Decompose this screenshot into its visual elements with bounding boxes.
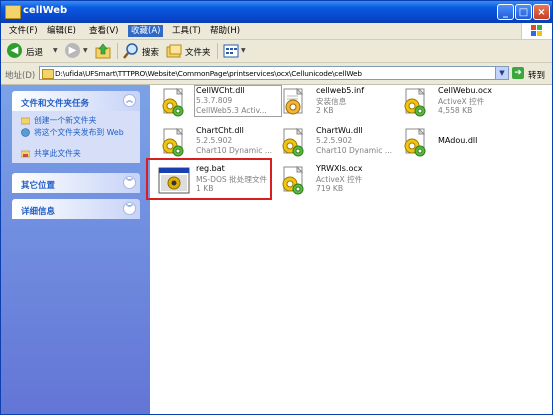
panel-title: 文件和文件夹任务 xyxy=(21,99,90,109)
dll-gear-icon xyxy=(278,127,310,159)
file-item-madou-dll[interactable]: MAdou.dll xyxy=(400,126,525,162)
task-label[interactable]: 共享此文件夹 xyxy=(34,149,134,159)
file-folder-tasks-header[interactable]: 文件和文件夹任务 ︽ xyxy=(12,91,140,111)
task-label[interactable]: 创建一个新文件夹 xyxy=(34,116,134,126)
minimize-button[interactable]: _ xyxy=(497,4,514,20)
address-dropdown-icon[interactable]: ▼ xyxy=(495,67,508,79)
forward-dropdown-icon[interactable]: ▼ xyxy=(83,47,88,54)
file-item-cellweb5-inf[interactable]: cellweb5.inf 安装信息 2 KB xyxy=(278,86,403,122)
task-label[interactable]: 将这个文件夹发布到 Web xyxy=(34,128,134,138)
search-icon[interactable] xyxy=(123,43,139,59)
search-button-label[interactable]: 搜索 xyxy=(142,46,159,58)
toolbar-separator xyxy=(117,43,118,59)
file-name: ChartWu.dll xyxy=(316,126,363,135)
file-size: 4,558 KB xyxy=(438,106,473,115)
file-version: 5.2.5.902 xyxy=(196,136,233,145)
address-path[interactable]: D:\ufida\UFSmart\TTTPRO\Website\CommonPa… xyxy=(55,69,362,78)
ocx-gear-icon xyxy=(278,165,310,197)
up-folder-icon[interactable] xyxy=(95,43,111,59)
toolbar-separator xyxy=(217,43,218,59)
file-version: 5.2.5.902 xyxy=(316,136,353,145)
folder-icon xyxy=(42,69,54,79)
folders-button-label[interactable]: 文件夹 xyxy=(185,46,211,58)
windows-logo-icon xyxy=(521,23,552,39)
title-bar[interactable]: cellWeb _ □ × xyxy=(1,1,552,23)
go-arrow-icon[interactable]: ➜ xyxy=(512,67,524,79)
inf-settings-icon xyxy=(278,87,310,119)
file-description: Chart10 Dynamic ... xyxy=(196,146,273,155)
go-button-label[interactable]: 转到 xyxy=(528,69,545,81)
focus-outline xyxy=(194,85,282,117)
menu-tools[interactable]: 工具(T) xyxy=(169,25,204,37)
menu-file[interactable]: 文件(F) xyxy=(6,25,41,37)
forward-arrow-icon[interactable]: ▶ xyxy=(65,43,80,58)
panel-title: 详细信息 xyxy=(21,207,56,217)
back-dropdown-icon[interactable]: ▼ xyxy=(53,47,58,54)
address-bar: 地址(D) D:\ufida\UFSmart\TTTPRO\Website\Co… xyxy=(1,63,552,85)
address-label: 地址(D) xyxy=(5,71,36,81)
file-item-cellwcht-dll[interactable]: CellWCht.dll 5.3.7.809 CellWeb5.3 Activ.… xyxy=(158,85,283,122)
address-input[interactable]: D:\ufida\UFSmart\TTTPRO\Website\CommonPa… xyxy=(39,66,509,80)
dll-gear-icon xyxy=(400,127,432,159)
menu-edit[interactable]: 编辑(E) xyxy=(44,25,79,37)
file-item-chartcht-dll[interactable]: ChartCht.dll 5.2.5.902 Chart10 Dynamic .… xyxy=(158,126,283,162)
menu-help[interactable]: 帮助(H) xyxy=(207,25,243,37)
highlight-annotation-box xyxy=(146,158,272,200)
menu-view[interactable]: 查看(V) xyxy=(86,25,121,37)
explorer-window: cellWeb _ □ × 文件(F) 编辑(E) 查看(V) 收藏(A) 工具… xyxy=(0,0,553,415)
expand-chevron-icon[interactable]: ︾ xyxy=(123,176,136,189)
task-pane: 文件和文件夹任务 ︽ 创建一个新文件夹 将这个文件夹发布到 Web 共享此文件夹… xyxy=(1,85,150,414)
file-item-yrwxls-ocx[interactable]: YRWXls.ocx ActiveX 控件 719 KB xyxy=(278,164,403,200)
ocx-gear-icon xyxy=(400,87,432,119)
file-list-view: CellWCht.dll 5.3.7.809 CellWeb5.3 Activ.… xyxy=(150,85,552,414)
file-description: Chart10 Dynamic ... xyxy=(316,146,393,155)
dll-gear-icon xyxy=(158,127,190,159)
share-folder-icon xyxy=(21,150,30,158)
menu-favorites[interactable]: 收藏(A) xyxy=(128,25,164,37)
views-icon[interactable] xyxy=(223,43,239,59)
new-folder-icon xyxy=(21,117,30,125)
back-button-label[interactable]: 后退 xyxy=(26,46,43,58)
panel-title: 其它位置 xyxy=(21,181,56,191)
close-button[interactable]: × xyxy=(533,4,550,20)
file-folder-tasks-body: 创建一个新文件夹 将这个文件夹发布到 Web 共享此文件夹 xyxy=(12,111,140,163)
file-name: MAdou.dll xyxy=(438,136,478,145)
file-name: cellweb5.inf xyxy=(316,86,365,95)
maximize-button[interactable]: □ xyxy=(515,4,532,20)
views-dropdown-icon[interactable]: ▼ xyxy=(241,47,246,54)
file-item-chartwu-dll[interactable]: ChartWu.dll 5.2.5.902 Chart10 Dynamic ..… xyxy=(278,126,403,162)
file-size: 719 KB xyxy=(316,184,344,193)
window-title: cellWeb xyxy=(23,5,68,16)
file-name: ChartCht.dll xyxy=(196,126,244,135)
details-header[interactable]: 详细信息 ︾ xyxy=(12,199,140,219)
file-name: YRWXls.ocx xyxy=(316,164,363,173)
publish-web-icon xyxy=(21,128,30,137)
expand-chevron-icon[interactable]: ︾ xyxy=(123,202,136,215)
back-arrow-icon[interactable]: ◀ xyxy=(7,43,22,58)
file-name: CellWebu.ocx xyxy=(438,86,493,95)
toolbar: ◀ 后退 ▼ ▶ ▼ 搜索 文件夹 ▼ xyxy=(1,40,552,63)
menu-bar: 文件(F) 编辑(E) 查看(V) 收藏(A) 工具(T) 帮助(H) xyxy=(1,23,552,40)
file-size: 2 KB xyxy=(316,106,334,115)
dll-gear-icon xyxy=(158,87,190,119)
other-places-header[interactable]: 其它位置 ︾ xyxy=(12,173,140,193)
file-item-cellwebu-ocx[interactable]: CellWebu.ocx ActiveX 控件 4,558 KB xyxy=(400,86,525,122)
folder-icon xyxy=(5,5,21,19)
folders-icon[interactable] xyxy=(166,43,182,59)
collapse-chevron-icon[interactable]: ︽ xyxy=(123,94,136,107)
